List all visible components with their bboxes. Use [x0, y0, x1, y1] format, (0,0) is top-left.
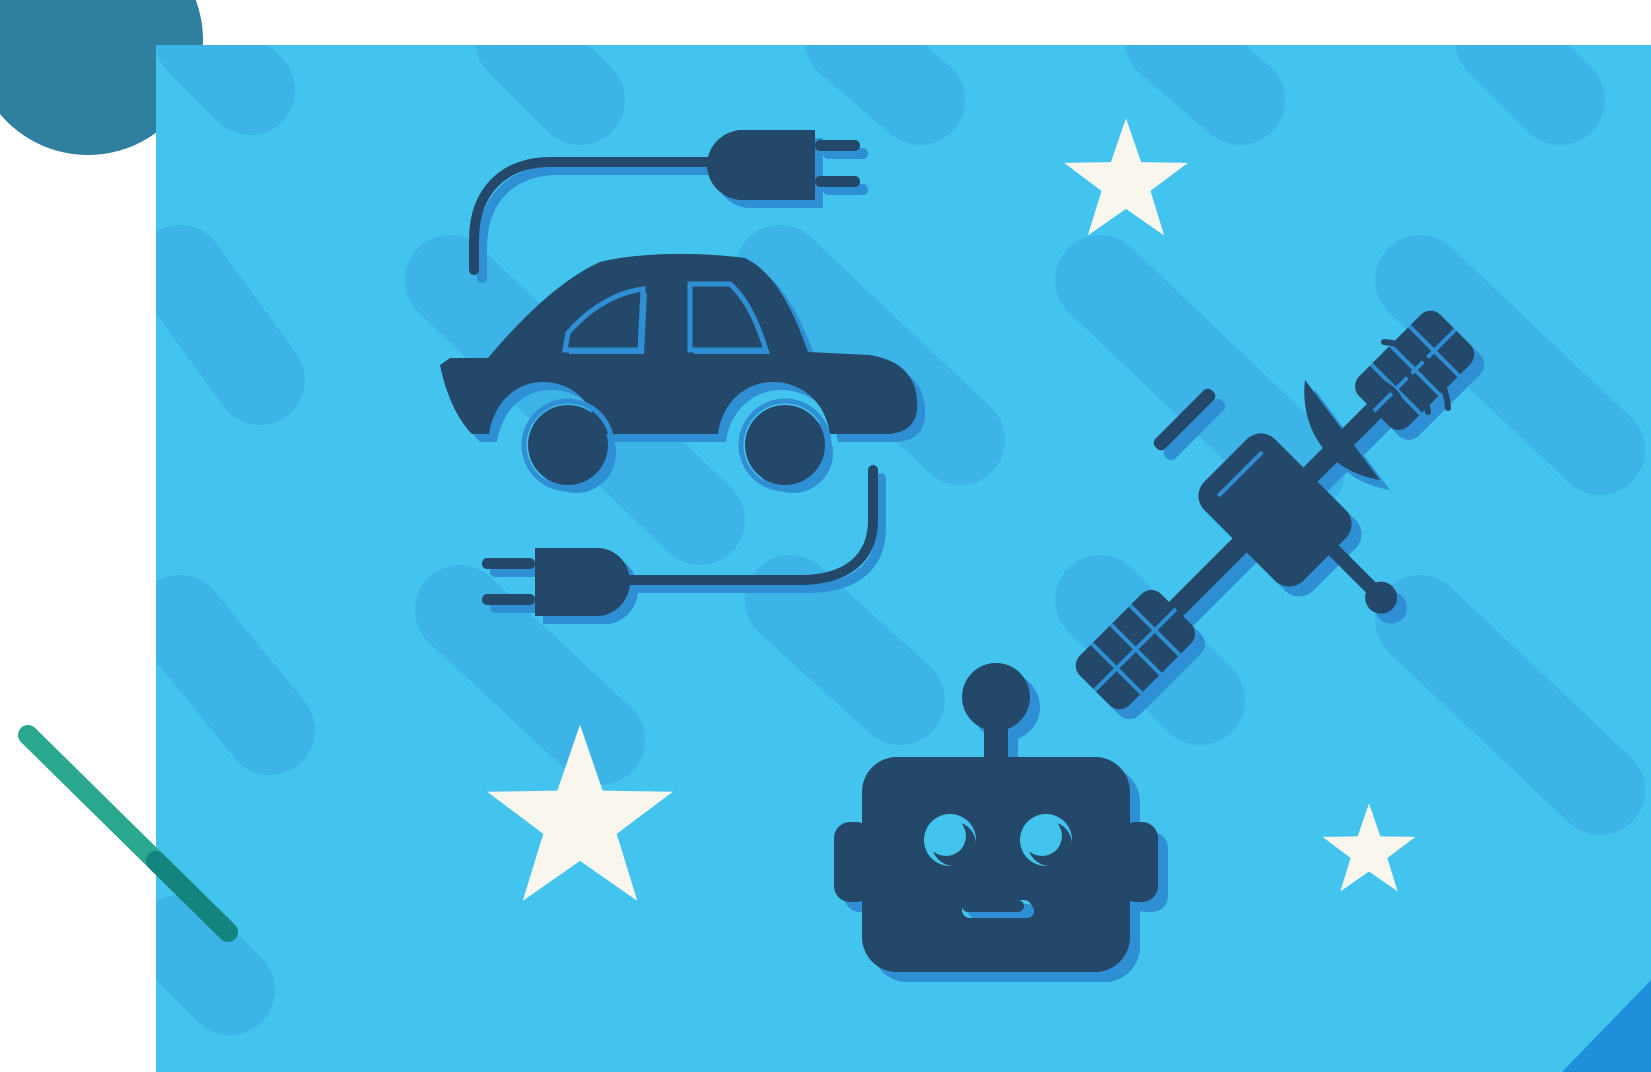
illustration-canvas	[0, 0, 1651, 1072]
illustration	[0, 0, 1651, 1072]
